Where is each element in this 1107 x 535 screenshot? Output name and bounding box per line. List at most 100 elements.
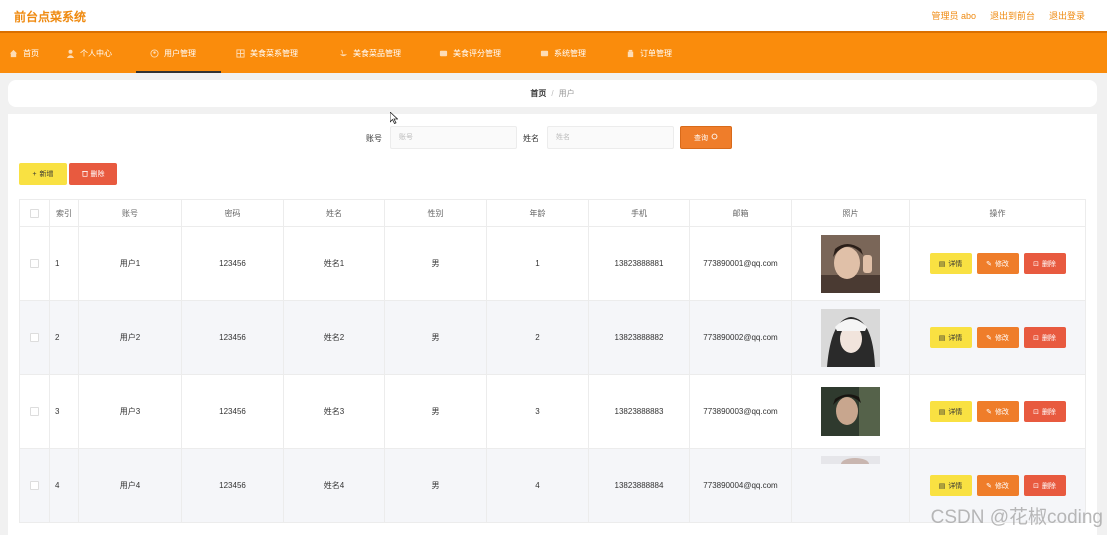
edit-label: 修改 bbox=[994, 260, 1009, 268]
nav-label: 系统管理 bbox=[554, 48, 586, 58]
detail-label: 详情 bbox=[948, 260, 963, 268]
account-label: 账号 bbox=[366, 134, 382, 143]
select-all-checkbox[interactable] bbox=[30, 208, 39, 218]
account-search-input[interactable] bbox=[390, 126, 517, 149]
edit-icon: ✎ bbox=[986, 408, 992, 416]
breadcrumb-current: 用户 bbox=[558, 89, 575, 98]
admin-user-link[interactable]: 管理员 abo bbox=[931, 9, 976, 22]
nav-item-home[interactable]: 首页 bbox=[9, 33, 39, 73]
user-table: 索引 账号 密码 姓名 性别 年龄 手机 邮箱 照片 操作 1 用户1 1234… bbox=[19, 199, 1086, 523]
cell-age: 4 bbox=[486, 448, 589, 523]
order-icon bbox=[626, 49, 635, 58]
detail-button[interactable]: ▤ 详情 bbox=[929, 401, 972, 422]
bulk-delete-button[interactable]: 删除 bbox=[69, 163, 117, 185]
nav-item-cuisine-management[interactable]: 美食菜系管理 bbox=[236, 33, 298, 73]
user-photo bbox=[821, 387, 880, 436]
nav-item-dish-management[interactable]: 美食菜品管理 bbox=[339, 33, 401, 73]
row-checkbox[interactable] bbox=[30, 481, 39, 491]
watermark: CSDN @花椒coding bbox=[930, 507, 1103, 528]
cell-index: 4 bbox=[49, 448, 79, 523]
breadcrumb-home[interactable]: 首页 bbox=[530, 88, 546, 99]
edit-label: 修改 bbox=[994, 482, 1009, 490]
cell-name: 姓名4 bbox=[283, 448, 385, 523]
delete-button[interactable]: ⊡ 删除 bbox=[1023, 327, 1066, 348]
cell-actions: ▤ 详情 ✎ 修改 ⊡ 删除 bbox=[909, 374, 1086, 449]
nav-label: 订单管理 bbox=[640, 48, 672, 58]
column-header-phone: 手机 bbox=[588, 199, 690, 227]
nav-item-personal-center[interactable]: 个人中心 bbox=[66, 33, 112, 73]
cell-password: 123456 bbox=[181, 226, 284, 301]
detail-button[interactable]: ▤ 详情 bbox=[929, 475, 972, 496]
user-photo bbox=[821, 308, 880, 367]
detail-icon: ▤ bbox=[938, 334, 946, 342]
column-header-actions: 操作 bbox=[909, 199, 1086, 227]
nav-label: 个人中心 bbox=[80, 48, 112, 58]
column-header-age: 年龄 bbox=[486, 199, 589, 227]
column-header-photo: 照片 bbox=[791, 199, 910, 227]
add-button[interactable]: + 新增 bbox=[19, 163, 67, 185]
nav-item-rating-management[interactable]: 美食评分管理 bbox=[439, 33, 501, 73]
nav-label: 美食菜品管理 bbox=[353, 48, 401, 58]
table-row: 3 用户3 123456 姓名3 男 3 13823888883 7738900… bbox=[19, 374, 1086, 449]
name-search-input[interactable] bbox=[547, 126, 674, 149]
cell-phone: 13823888884 bbox=[588, 448, 690, 523]
edit-button[interactable]: ✎ 修改 bbox=[976, 401, 1019, 422]
name-label: 姓名 bbox=[523, 134, 539, 143]
delete-button[interactable]: ⊡ 删除 bbox=[1023, 475, 1066, 496]
edit-icon: ✎ bbox=[986, 334, 992, 342]
cell-photo bbox=[791, 374, 910, 449]
search-button[interactable]: 查询 bbox=[680, 126, 732, 149]
search-button-label: 查询 bbox=[694, 134, 708, 142]
nav-label: 首页 bbox=[23, 48, 39, 58]
users-icon bbox=[150, 48, 159, 58]
delete-button[interactable]: ⊡ 删除 bbox=[1023, 401, 1066, 422]
detail-button[interactable]: ▤ 详情 bbox=[929, 327, 972, 348]
row-select-cell bbox=[19, 300, 50, 375]
dish-icon bbox=[339, 49, 348, 58]
cell-password: 123456 bbox=[181, 448, 284, 523]
cell-gender: 男 bbox=[384, 448, 487, 523]
cell-phone: 13823888881 bbox=[588, 226, 690, 301]
cell-actions: ▤ 详情 ✎ 修改 ⊡ 删除 bbox=[909, 226, 1086, 301]
trash-icon bbox=[81, 170, 88, 179]
row-checkbox[interactable] bbox=[30, 407, 39, 417]
column-header-password: 密码 bbox=[181, 199, 284, 227]
edit-button[interactable]: ✎ 修改 bbox=[976, 253, 1019, 274]
user-photo bbox=[821, 455, 880, 464]
cell-name: 姓名2 bbox=[283, 300, 385, 375]
cell-email: 773890002@qq.com bbox=[689, 300, 792, 375]
star-icon bbox=[439, 49, 448, 58]
app-title: 前台点菜系统 bbox=[14, 10, 87, 24]
edit-button[interactable]: ✎ 修改 bbox=[976, 475, 1019, 496]
row-checkbox[interactable] bbox=[30, 259, 39, 269]
delete-button[interactable]: ⊡ 删除 bbox=[1023, 253, 1066, 274]
cell-photo bbox=[791, 226, 910, 301]
edit-button[interactable]: ✎ 修改 bbox=[976, 327, 1019, 348]
cell-account: 用户3 bbox=[78, 374, 182, 449]
cell-phone: 13823888882 bbox=[588, 300, 690, 375]
cell-account: 用户4 bbox=[78, 448, 182, 523]
column-header-email: 邮箱 bbox=[689, 199, 792, 227]
top-header: 前台点菜系统 管理员 abo 退出到前台 退出登录 bbox=[0, 0, 1107, 31]
row-checkbox[interactable] bbox=[30, 333, 39, 343]
nav-item-order-management[interactable]: 订单管理 bbox=[626, 33, 672, 73]
delete-icon: ⊡ bbox=[1033, 334, 1039, 342]
cell-account: 用户2 bbox=[78, 300, 182, 375]
row-select-cell bbox=[19, 374, 50, 449]
breadcrumb: 首页 / 用户 bbox=[8, 80, 1097, 107]
delete-icon: ⊡ bbox=[1033, 482, 1039, 490]
logout-link[interactable]: 退出登录 bbox=[1049, 9, 1085, 22]
edit-label: 修改 bbox=[994, 408, 1009, 416]
breadcrumb-separator: / bbox=[551, 89, 554, 98]
cell-phone: 13823888883 bbox=[588, 374, 690, 449]
cell-index: 1 bbox=[49, 226, 79, 301]
back-to-frontend-link[interactable]: 退出到前台 bbox=[990, 9, 1035, 22]
cell-actions: ▤ 详情 ✎ 修改 ⊡ 删除 bbox=[909, 300, 1086, 375]
nav-item-user-management[interactable]: 用户管理 bbox=[136, 33, 221, 73]
detail-button[interactable]: ▤ 详情 bbox=[929, 253, 972, 274]
nav-item-system-management[interactable]: 系统管理 bbox=[540, 33, 586, 73]
user-icon bbox=[66, 49, 75, 58]
nav-label: 美食评分管理 bbox=[453, 48, 501, 58]
cell-age: 1 bbox=[486, 226, 589, 301]
column-header-account: 账号 bbox=[78, 199, 182, 227]
